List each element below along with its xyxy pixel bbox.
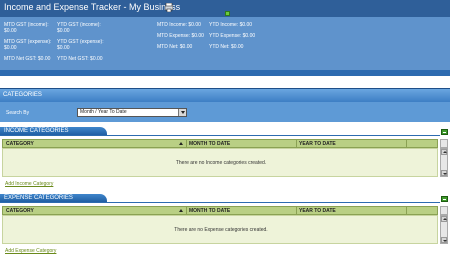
header-divider xyxy=(0,70,450,76)
sort-asc-icon[interactable] xyxy=(179,209,183,212)
income-grid-body: There are no Income categories created. xyxy=(2,148,438,177)
expense-collapse-icon[interactable] xyxy=(441,196,448,202)
mtd-net-gst: MTD Net GST: $0.00 xyxy=(4,56,51,62)
column-separator xyxy=(296,140,297,148)
income-collapse-icon[interactable] xyxy=(441,129,448,135)
mtd-net: MTD Net: $0.00 xyxy=(157,44,193,50)
column-separator xyxy=(296,207,297,215)
search-by-select[interactable]: Month / Year To Date xyxy=(77,108,187,117)
ytd-gst-expense-value: $0.00 xyxy=(57,45,70,51)
expense-categories-title: EXPENSE CATEGORIES xyxy=(4,195,73,201)
app-header: Income and Expense Tracker - My Business… xyxy=(0,0,450,76)
ytd-net: YTD Net: $0.00 xyxy=(209,44,244,50)
search-by-label: Search By xyxy=(6,110,30,116)
expense-divider xyxy=(0,202,440,203)
add-expense-category-link[interactable]: Add Expense Category xyxy=(5,248,56,254)
column-header-year-to-date[interactable]: YEAR TO DATE xyxy=(299,141,336,147)
scroll-corner xyxy=(440,206,448,215)
mtd-expense: MTD Expense: $0.00 xyxy=(157,33,204,39)
add-income-category-link[interactable]: Add Income Category xyxy=(5,181,53,187)
scroll-up-icon[interactable] xyxy=(441,216,447,222)
scroll-down-icon[interactable] xyxy=(441,170,447,176)
expense-empty-message: There are no Expense categories created. xyxy=(174,227,268,233)
print-icon[interactable] xyxy=(165,3,173,12)
column-separator xyxy=(406,140,407,148)
expense-grid-header: CATEGORY MONTH TO DATE YEAR TO DATE xyxy=(2,206,438,215)
income-empty-message: There are no Income categories created. xyxy=(175,160,267,166)
income-categories-grid: CATEGORY MONTH TO DATE YEAR TO DATE Ther… xyxy=(2,139,448,179)
sort-asc-icon[interactable] xyxy=(179,142,183,145)
ytd-net-gst: YTD Net GST: $0.00 xyxy=(57,56,103,62)
expense-grid-body: There are no Expense categories created. xyxy=(2,215,438,244)
stats-panel: MTD GST (income): $0.00 YTD GST (income)… xyxy=(0,17,450,72)
expense-scrollbar[interactable] xyxy=(440,215,448,244)
income-grid-header: CATEGORY MONTH TO DATE YEAR TO DATE xyxy=(2,139,438,148)
column-separator xyxy=(406,207,407,215)
column-header-month-to-date[interactable]: MONTH TO DATE xyxy=(189,208,230,214)
scroll-corner xyxy=(440,139,448,148)
chevron-down-icon[interactable] xyxy=(178,109,186,116)
expense-categories-grid: CATEGORY MONTH TO DATE YEAR TO DATE Ther… xyxy=(2,206,448,246)
mtd-gst-expense-value: $0.00 xyxy=(4,45,17,51)
categories-title-bar xyxy=(0,89,450,102)
column-header-category[interactable]: CATEGORY xyxy=(6,208,34,214)
column-separator xyxy=(186,140,187,148)
column-header-month-to-date[interactable]: MONTH TO DATE xyxy=(189,141,230,147)
income-scrollbar[interactable] xyxy=(440,148,448,177)
column-header-year-to-date[interactable]: YEAR TO DATE xyxy=(299,208,336,214)
status-indicator-icon xyxy=(225,11,230,16)
ytd-income: YTD Income: $0.00 xyxy=(209,22,253,28)
ytd-gst-income-value: $0.00 xyxy=(57,28,70,34)
ytd-expense: YTD Expense: $0.00 xyxy=(209,33,256,39)
column-header-category[interactable]: CATEGORY xyxy=(6,141,34,147)
search-by-value: Month / Year To Date xyxy=(80,109,127,115)
categories-title: CATEGORIES xyxy=(3,92,42,98)
scroll-down-icon[interactable] xyxy=(441,237,447,243)
app-title: Income and Expense Tracker - My Business xyxy=(4,2,181,12)
mtd-gst-income-value: $0.00 xyxy=(4,28,17,34)
scroll-up-icon[interactable] xyxy=(441,149,447,155)
mtd-income: MTD Income: $0.00 xyxy=(157,22,201,28)
income-categories-title: INCOME CATEGORIES xyxy=(4,128,69,134)
column-separator xyxy=(186,207,187,215)
income-divider xyxy=(0,135,440,136)
categories-panel: CATEGORIES Search By Month / Year To Dat… xyxy=(0,88,450,122)
